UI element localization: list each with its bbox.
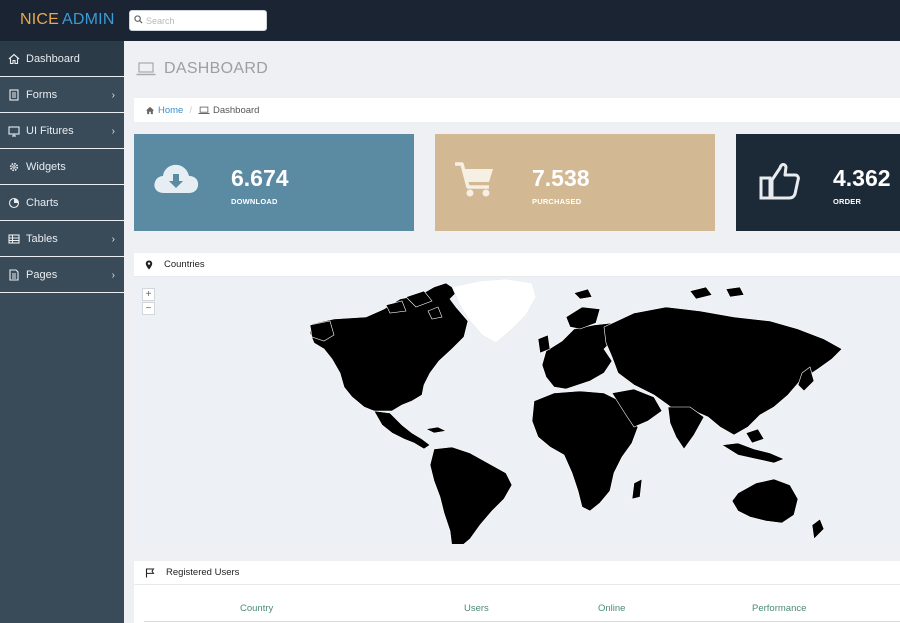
stat-value: 4.362: [833, 165, 891, 191]
search-box[interactable]: [129, 10, 267, 31]
pie-chart-icon: [7, 196, 21, 210]
breadcrumb-current: Dashboard: [198, 105, 259, 116]
sidebar-item-label: Charts: [26, 196, 59, 209]
countries-panel-title: Countries: [164, 259, 205, 270]
chevron-right-icon: ›: [111, 270, 115, 281]
cog-icon: [7, 160, 21, 174]
shopping-cart-icon: [455, 162, 493, 197]
column-header-country[interactable]: Country: [240, 603, 273, 614]
sidebar-item-forms[interactable]: Forms ›: [0, 77, 124, 113]
brand-text-admin: ADMIN: [62, 11, 115, 28]
breadcrumb: Home / Dashboard: [134, 98, 900, 122]
breadcrumb-home-label: Home: [158, 104, 184, 116]
sidebar-item-dashboard[interactable]: Dashboard: [0, 41, 124, 77]
column-header-performance[interactable]: Performance: [752, 603, 806, 614]
stat-card-download: 6.674 DOWNLOAD: [134, 134, 414, 231]
brand-logo[interactable]: NICE ADMIN: [20, 11, 115, 29]
sidebar-item-widgets[interactable]: Widgets: [0, 149, 124, 185]
countries-panel: Countries + −: [134, 253, 900, 544]
flag-icon: [145, 568, 155, 577]
sidebar-item-label: Dashboard: [26, 52, 80, 65]
main-content: DASHBOARD Home / Dashboard 6.674 DOWNLOA…: [124, 41, 900, 623]
page-title-text: DASHBOARD: [164, 60, 269, 77]
sidebar-item-label: Forms: [26, 88, 58, 101]
world-map[interactable]: + −: [134, 277, 900, 544]
map-marker-icon: [145, 260, 153, 269]
breadcrumb-separator: /: [189, 104, 192, 116]
document-icon: [7, 88, 21, 102]
stat-card-order: 4.362 ORDER: [736, 134, 900, 231]
users-table-header: Country Users Online Performance: [134, 601, 900, 619]
sidebar-item-tables[interactable]: Tables ›: [0, 221, 124, 257]
laptop-icon: [198, 106, 210, 114]
stat-label: PURCHASED: [532, 197, 582, 206]
search-input[interactable]: [146, 12, 264, 29]
chevron-right-icon: ›: [111, 234, 115, 245]
column-header-users[interactable]: Users: [464, 603, 489, 614]
home-icon: [7, 52, 21, 66]
sidebar-item-label: Widgets: [26, 160, 66, 173]
map-region-south-america: [429, 446, 513, 544]
table-icon: [7, 232, 21, 246]
column-header-online[interactable]: Online: [598, 603, 625, 614]
map-region-india: [667, 406, 705, 450]
sidebar-item-label: Pages: [26, 268, 58, 281]
registered-users-panel: Registered Users Country Users Online Pe…: [134, 561, 900, 623]
home-icon: [145, 106, 155, 114]
sidebar-item-label: Tables: [26, 232, 58, 245]
map-region-north-america: [309, 282, 469, 412]
table-header-divider: [144, 621, 900, 622]
monitor-icon: [7, 124, 21, 138]
page-title: DASHBOARD: [136, 60, 268, 78]
laptop-icon: [136, 62, 156, 76]
search-icon: [134, 15, 143, 24]
sidebar: Dashboard Forms › UI Fitures › Widgets C…: [0, 41, 124, 623]
brand-text-nice: NICE: [20, 11, 60, 28]
sidebar-item-pages[interactable]: Pages ›: [0, 257, 124, 293]
world-map-svg: [309, 278, 843, 544]
breadcrumb-current-label: Dashboard: [212, 104, 260, 116]
countries-panel-header: Countries: [134, 253, 900, 277]
top-navbar: NICE ADMIN: [0, 0, 900, 41]
sidebar-item-charts[interactable]: Charts: [0, 185, 124, 221]
stat-card-purchased: 7.538 PURCHASED: [435, 134, 715, 231]
thumbs-up-icon: [759, 163, 800, 200]
stat-value: 7.538: [532, 165, 590, 191]
chevron-right-icon: ›: [111, 126, 115, 137]
cloud-download-icon: [154, 164, 199, 193]
stat-value: 6.674: [231, 165, 289, 191]
breadcrumb-home-link[interactable]: Home: [145, 105, 183, 116]
registered-users-title: Registered Users: [166, 567, 240, 578]
map-region-central-america: [373, 410, 431, 450]
chevron-right-icon: ›: [111, 90, 115, 101]
stat-label: ORDER: [833, 197, 862, 206]
registered-users-header: Registered Users: [134, 561, 900, 585]
sidebar-item-label: UI Fitures: [26, 124, 74, 137]
map-region-australia: [731, 478, 799, 524]
sidebar-item-ui-fitures[interactable]: UI Fitures ›: [0, 113, 124, 149]
file-icon: [7, 268, 21, 282]
stat-label: DOWNLOAD: [231, 197, 278, 206]
